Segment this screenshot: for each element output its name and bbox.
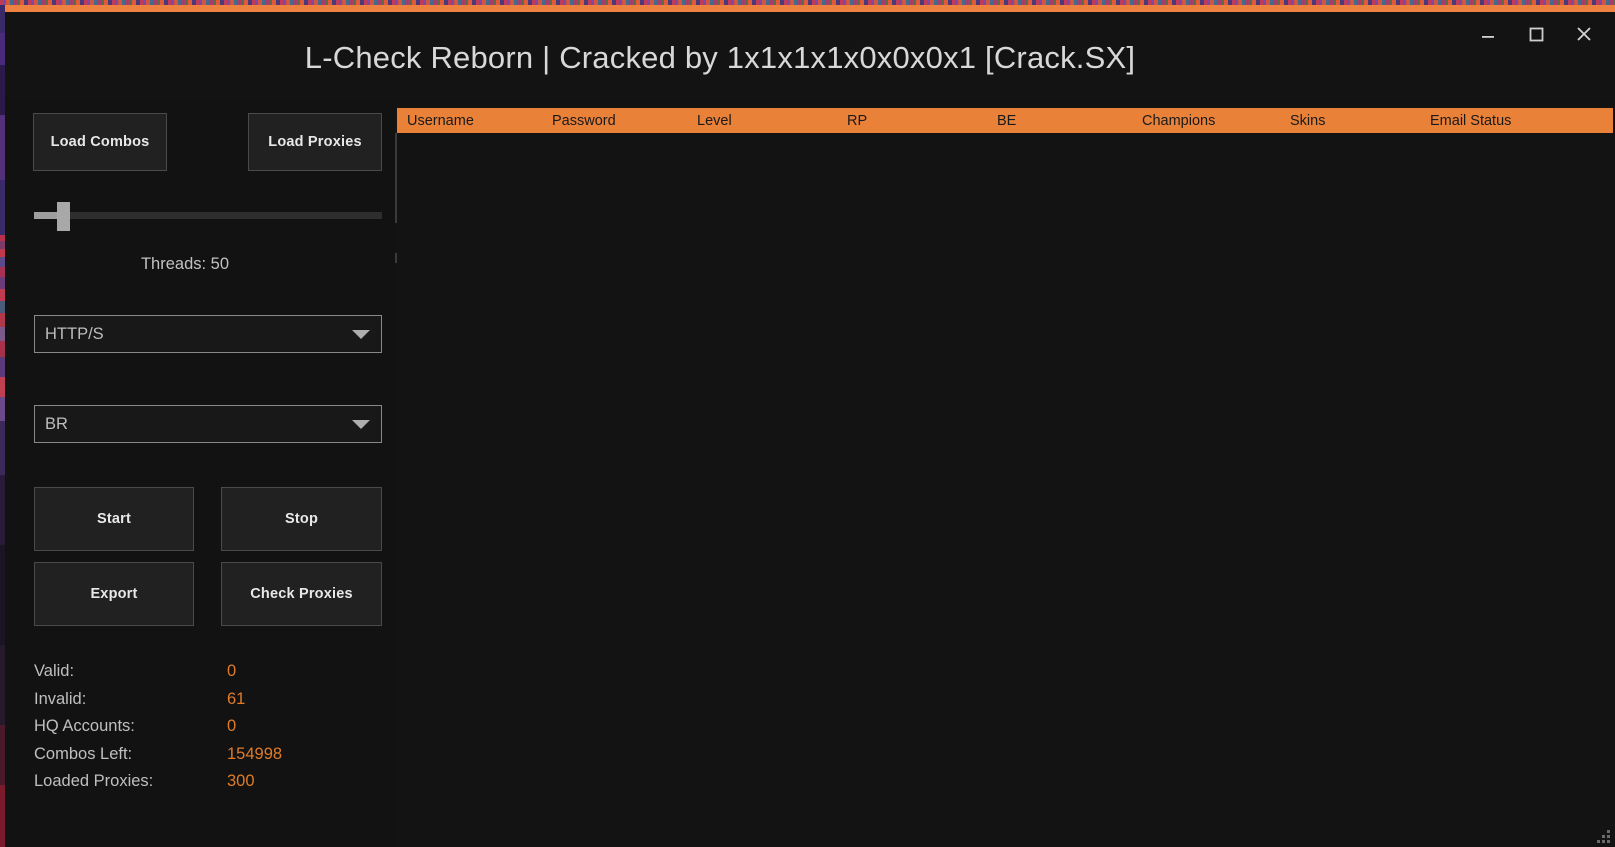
application-window: L-Check Reborn | Cracked by 1x1x1x1x0x0x… <box>5 5 1615 847</box>
page-title: L-Check Reborn | Cracked by 1x1x1x1x0x0x… <box>304 40 1136 75</box>
load-combos-button[interactable]: Load Combos <box>33 113 167 171</box>
title-bar[interactable]: L-Check Reborn | Cracked by 1x1x1x1x0x0x… <box>5 12 1615 100</box>
desktop-background-noise-left <box>0 5 5 847</box>
chevron-down-icon <box>341 419 381 429</box>
proxy-protocol-select[interactable]: HTTP/S <box>34 315 382 353</box>
stat-row: Loaded Proxies: 300 <box>34 772 364 800</box>
stat-value: 0 <box>227 662 237 680</box>
desktop-background-noise-top <box>0 0 1615 5</box>
stat-value: 300 <box>227 772 255 790</box>
stats-panel: Valid: 0 Invalid: 61 HQ Accounts: 0 Combos Lef… <box>34 662 364 800</box>
results-table-body[interactable] <box>397 133 1613 845</box>
close-icon <box>1575 25 1593 43</box>
region-select[interactable]: BR <box>34 405 382 443</box>
stop-button[interactable]: Stop <box>221 487 382 551</box>
stat-label: Combos Left: <box>34 744 133 763</box>
close-button[interactable] <box>1571 21 1597 47</box>
window-controls <box>1475 21 1597 47</box>
chevron-down-icon <box>341 329 381 339</box>
load-proxies-button[interactable]: Load Proxies <box>248 113 382 171</box>
column-header[interactable]: RP <box>837 113 987 129</box>
minimize-icon <box>1480 26 1496 42</box>
column-header[interactable]: Password <box>542 113 687 129</box>
stat-value: 61 <box>227 689 246 708</box>
export-button[interactable]: Export <box>34 562 194 626</box>
slider-thumb[interactable] <box>57 202 70 231</box>
region-value: BR <box>45 414 68 433</box>
threads-count-label: Threads: 50 <box>140 255 230 273</box>
column-header[interactable]: Skins <box>1280 113 1420 129</box>
results-table: Username Password Level RP BE Champions Skins E… <box>395 105 1615 847</box>
minimize-button[interactable] <box>1475 21 1501 47</box>
title-accent-bar <box>5 5 1615 12</box>
threads-slider[interactable] <box>34 200 382 232</box>
resize-grip-icon[interactable] <box>1595 828 1610 843</box>
column-header[interactable]: Level <box>687 113 837 129</box>
stat-row: HQ Accounts: 0 <box>34 717 364 745</box>
stat-label: HQ Accounts: <box>34 717 135 735</box>
stat-row: Valid: 0 <box>34 662 364 690</box>
column-header[interactable]: Email Status <box>1420 113 1613 129</box>
maximize-button[interactable] <box>1523 21 1549 47</box>
results-table-header: Username Password Level RP BE Champions Skins E… <box>397 108 1613 133</box>
start-button[interactable]: Start <box>34 487 194 551</box>
check-proxies-button[interactable]: Check Proxies <box>221 562 382 626</box>
stat-row: Combos Left: 154998 <box>34 745 364 773</box>
stat-label: Loaded Proxies: <box>34 772 154 790</box>
column-header[interactable]: Username <box>397 113 542 129</box>
slider-track-remaining <box>62 212 382 219</box>
stat-value: 0 <box>227 717 237 735</box>
stat-label: Valid: <box>34 662 75 680</box>
control-panel: Load Combos Load Proxies Threads: 50 HTT… <box>5 100 395 847</box>
stat-label: Invalid: <box>34 689 87 708</box>
column-header[interactable]: Champions <box>1132 113 1280 129</box>
column-header[interactable]: BE <box>987 113 1132 129</box>
maximize-icon <box>1528 26 1545 43</box>
proxy-protocol-value: HTTP/S <box>45 324 104 343</box>
stat-value: 154998 <box>227 744 283 763</box>
stat-row: Invalid: 61 <box>34 690 364 718</box>
